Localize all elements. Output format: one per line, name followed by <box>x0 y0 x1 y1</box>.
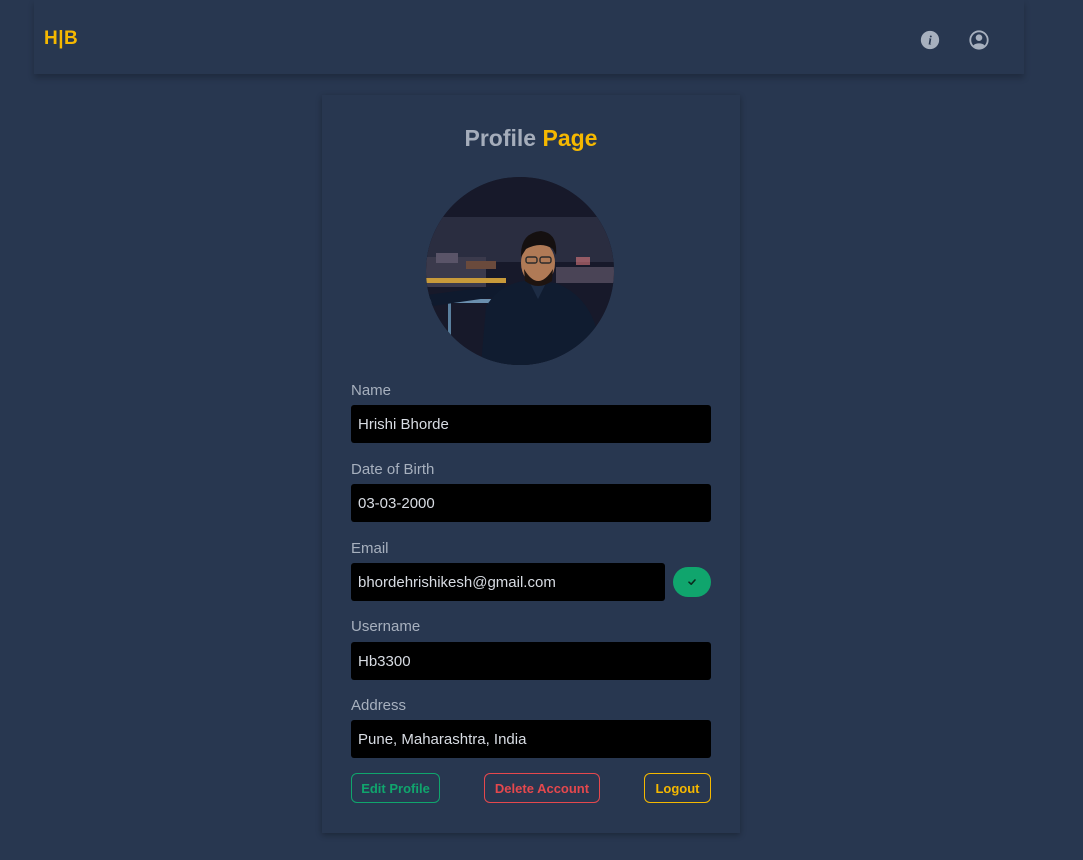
name-input[interactable] <box>351 405 711 443</box>
avatar <box>426 177 614 365</box>
brand-logo[interactable]: H|B <box>44 28 78 50</box>
address-label: Address <box>351 697 407 714</box>
page-title: Profile Page <box>464 125 598 151</box>
top-navbar: H|B i <box>34 0 1024 74</box>
username-label: Username <box>351 618 421 635</box>
name-label: Name <box>351 382 392 399</box>
email-input[interactable] <box>351 563 665 601</box>
profile-photo <box>426 177 614 365</box>
edit-profile-button[interactable]: Edit Profile <box>351 773 440 803</box>
svg-text:i: i <box>928 34 932 48</box>
delete-account-button[interactable]: Delete Account <box>484 773 600 803</box>
logout-button[interactable]: Logout <box>644 773 711 803</box>
dob-label: Date of Birth <box>351 461 435 478</box>
email-verified-button[interactable] <box>673 567 711 597</box>
dob-input[interactable] <box>351 484 711 522</box>
info-icon[interactable]: i <box>919 29 941 51</box>
email-label: Email <box>351 540 389 557</box>
address-input[interactable] <box>351 720 711 758</box>
username-input[interactable] <box>351 642 711 680</box>
checkmark-icon <box>688 579 696 585</box>
profile-card: Profile Page Name Date of Birth <box>322 95 740 833</box>
user-icon[interactable] <box>968 29 990 51</box>
